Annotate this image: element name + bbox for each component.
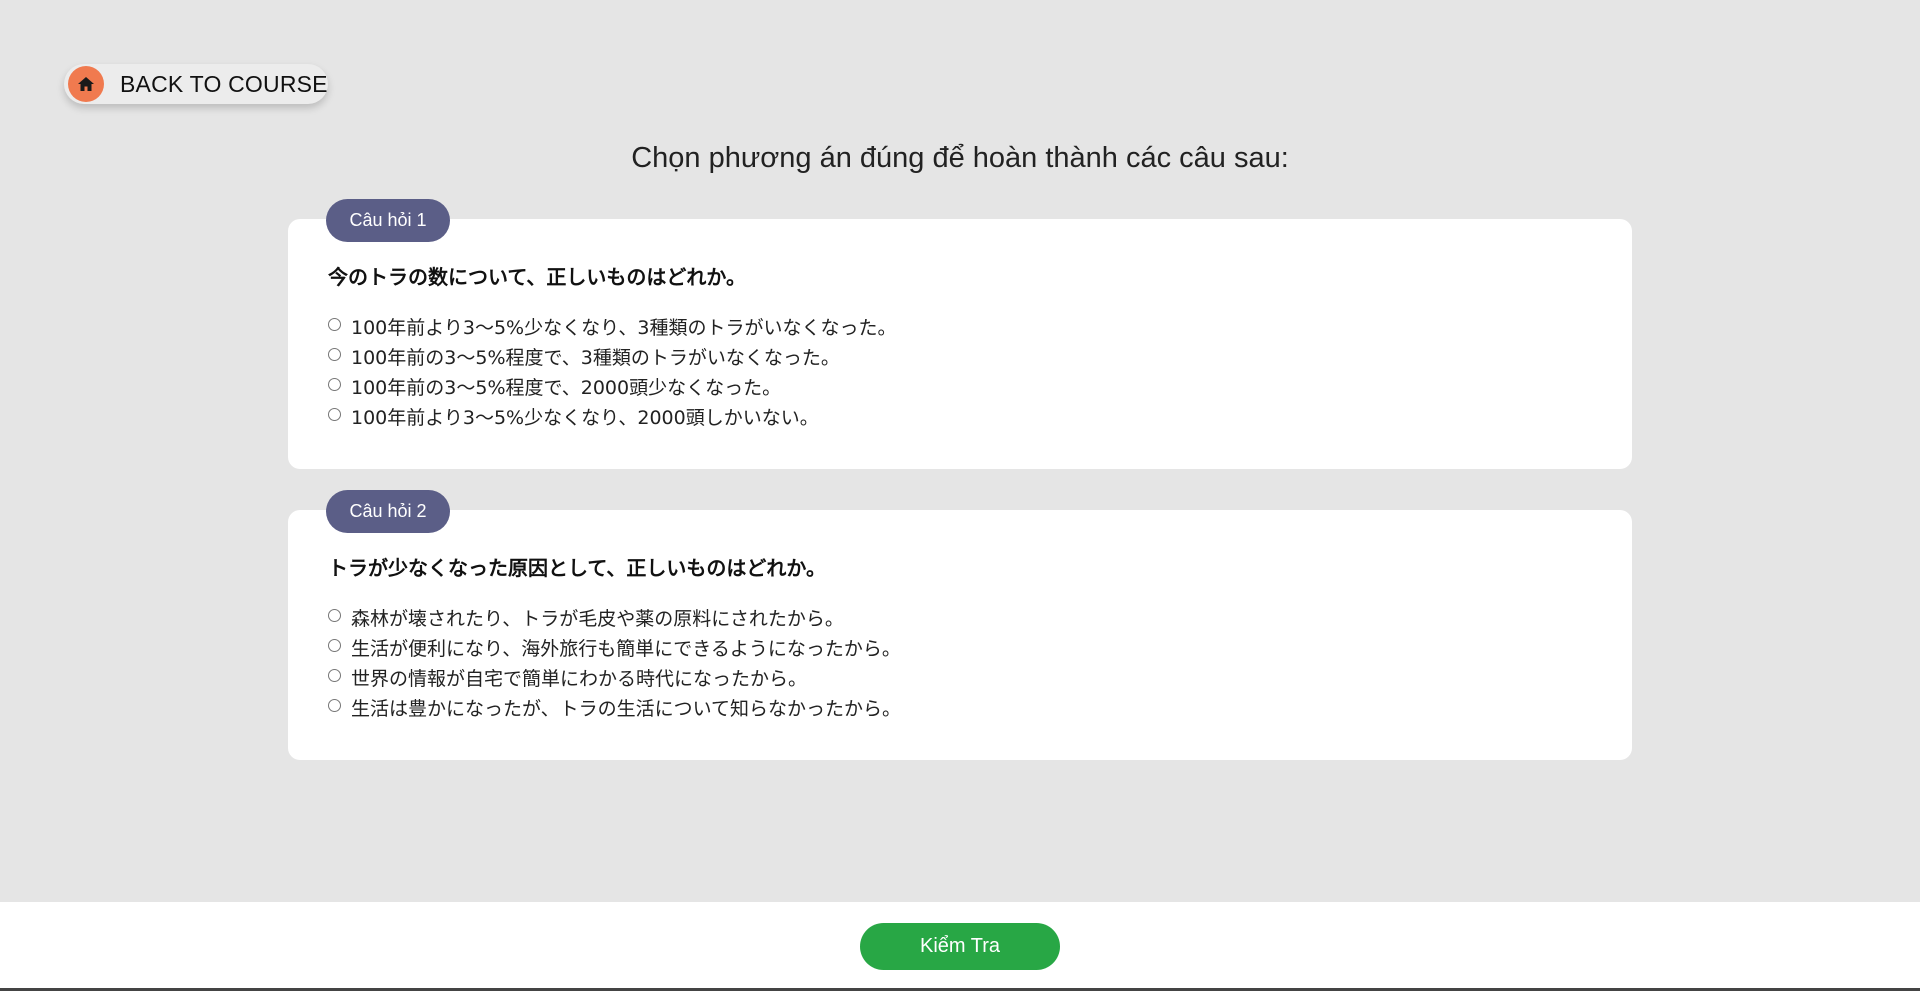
option-label: 100年前の3～5%程度で、3種類のトラがいなくなった。 — [351, 346, 840, 369]
back-to-course-button[interactable]: BACK TO COURSE — [64, 64, 328, 104]
radio-button[interactable] — [328, 347, 341, 361]
instruction-heading: Chọn phương án đúng để hoàn thành các câ… — [631, 142, 1289, 174]
answer-option[interactable]: 生活は豊かになったが、トラの生活について知らなかったから。 — [328, 692, 901, 722]
home-icon — [68, 66, 104, 102]
option-label: 生活は豊かになったが、トラの生活について知らなかったから。 — [351, 697, 902, 720]
question-badge: Câu hỏi 2 — [326, 490, 450, 533]
radio-button[interactable] — [328, 377, 341, 391]
options-list: 森林が壊されたり、トラが毛皮や薬の原料にされたから。 生活が便利になり、海外旅行… — [328, 602, 901, 722]
radio-button[interactable] — [328, 317, 341, 331]
answer-option[interactable]: 100年前の3～5%程度で、2000頭少なくなった。 — [328, 371, 896, 401]
question-card-2: Câu hỏi 2 トラが少なくなった原因として、正しいものはどれか。 森林が壊… — [288, 490, 1632, 760]
radio-button[interactable] — [328, 698, 341, 712]
answer-option[interactable]: 世界の情報が自宅で簡単にわかる時代になったから。 — [328, 662, 901, 692]
option-label: 世界の情報が自宅で簡単にわかる時代になったから。 — [351, 667, 808, 690]
answer-option[interactable]: 生活が便利になり、海外旅行も簡単にできるようになったから。 — [328, 632, 901, 662]
question-text: トラが少なくなった原因として、正しいものはどれか。 — [328, 556, 826, 580]
question-text: 今のトラの数について、正しいものはどれか。 — [328, 265, 746, 289]
answer-option[interactable]: 100年前より3～5%少なくなり、3種類のトラがいなくなった。 — [328, 311, 896, 341]
option-label: 100年前より3～5%少なくなり、2000頭しかいない。 — [351, 406, 819, 429]
option-label: 生活が便利になり、海外旅行も簡単にできるようになったから。 — [351, 637, 901, 660]
question-card-1: Câu hỏi 1 今のトラの数について、正しいものはどれか。 100年前より3… — [288, 199, 1632, 469]
option-label: 100年前より3～5%少なくなり、3種類のトラがいなくなった。 — [351, 316, 897, 339]
option-label: 森林が壊されたり、トラが毛皮や薬の原料にされたから。 — [351, 607, 844, 630]
radio-button[interactable] — [328, 638, 341, 652]
back-to-course-label: BACK TO COURSE — [120, 70, 328, 97]
option-label: 100年前の3～5%程度で、2000頭少なくなった。 — [351, 376, 782, 399]
radio-button[interactable] — [328, 608, 341, 622]
answer-option[interactable]: 100年前の3～5%程度で、3種類のトラがいなくなった。 — [328, 341, 896, 371]
question-badge: Câu hỏi 1 — [326, 199, 450, 242]
radio-button[interactable] — [328, 407, 341, 421]
options-list: 100年前より3～5%少なくなり、3種類のトラがいなくなった。 100年前の3～… — [328, 311, 896, 431]
check-answers-button[interactable]: Kiểm Tra — [860, 923, 1060, 970]
answer-option[interactable]: 100年前より3～5%少なくなり、2000頭しかいない。 — [328, 401, 896, 431]
answer-option[interactable]: 森林が壊されたり、トラが毛皮や薬の原料にされたから。 — [328, 602, 901, 632]
radio-button[interactable] — [328, 668, 341, 682]
footer-bar: Kiểm Tra — [0, 902, 1920, 991]
